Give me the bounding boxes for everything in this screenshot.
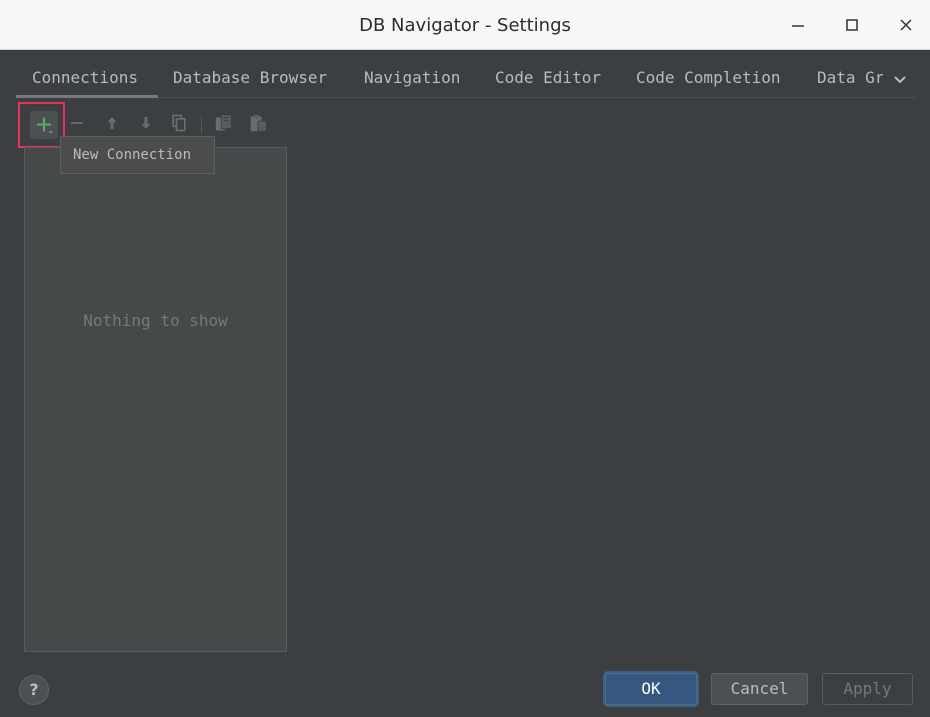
tab-code-editor[interactable]: Code Editor [495,68,601,98]
tab-code-completion[interactable]: Code Completion [636,68,781,98]
apply-button[interactable]: Apply [822,673,913,705]
cut-icon[interactable] [211,110,237,136]
add-icon[interactable] [30,111,58,139]
tab-database-browser[interactable]: Database Browser [173,68,327,98]
tab-navigation[interactable]: Navigation [364,68,460,98]
empty-list-text: Nothing to show [83,311,228,330]
paste-icon[interactable] [245,110,271,136]
help-button[interactable]: ? [19,675,49,705]
move-up-icon[interactable] [99,110,125,136]
move-down-icon[interactable] [133,110,159,136]
minimize-icon[interactable] [785,12,811,38]
connections-list[interactable]: Nothing to show [24,147,287,652]
title-bar: DB Navigator - Settings [0,0,930,50]
new-connection-tooltip: New Connection [60,136,215,174]
connections-toolbar [20,104,280,140]
copy-icon[interactable] [166,110,192,136]
toolbar-separator [201,116,202,134]
remove-icon[interactable] [64,110,90,136]
tab-connections[interactable]: Connections [16,68,158,98]
tab-data-grid[interactable]: Data Gr [817,68,883,98]
chevron-down-icon[interactable] [890,70,910,90]
close-icon[interactable] [893,12,919,38]
ok-button[interactable]: OK [605,673,697,705]
settings-tabs: Connections Database Browser Navigation … [16,62,916,98]
cancel-button[interactable]: Cancel [711,673,808,705]
maximize-icon[interactable] [839,12,865,38]
